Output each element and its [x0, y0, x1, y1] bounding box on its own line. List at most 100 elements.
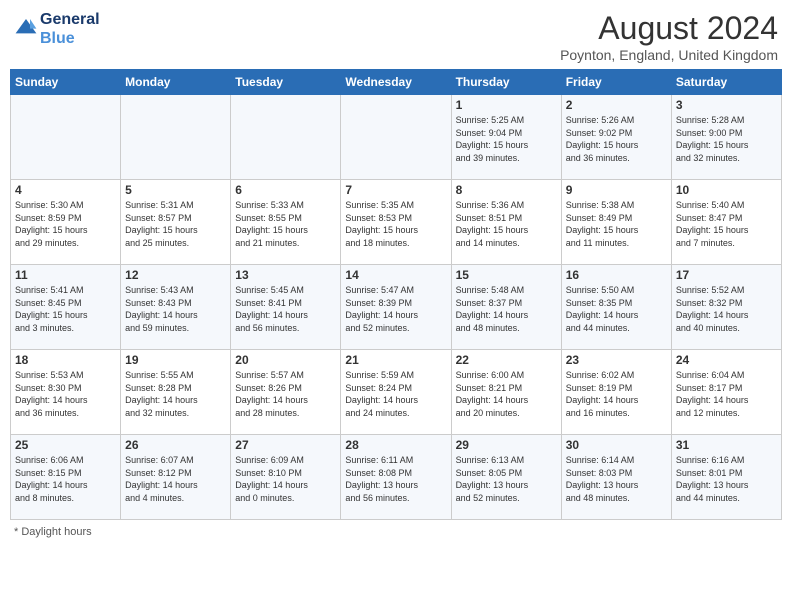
logo-text: GeneralBlue [40, 10, 100, 48]
day-info: Sunrise: 5:28 AM Sunset: 9:00 PM Dayligh… [676, 114, 777, 164]
day-info: Sunrise: 6:14 AM Sunset: 8:03 PM Dayligh… [566, 454, 667, 504]
calendar-week-row: 1 Sunrise: 5:25 AM Sunset: 9:04 PM Daylig… [11, 95, 782, 180]
calendar-cell: 15 Sunrise: 5:48 AM Sunset: 8:37 PM Dayli… [451, 265, 561, 350]
day-info: Sunrise: 5:59 AM Sunset: 8:24 PM Dayligh… [345, 369, 446, 419]
day-number: 31 [676, 438, 777, 452]
calendar-cell: 31Sunrise: 6:16 AM Sunset: 8:01 PM Dayli… [671, 435, 781, 520]
day-info: Sunrise: 5:57 AM Sunset: 8:26 PM Dayligh… [235, 369, 336, 419]
day-number: 2 [566, 98, 667, 112]
day-number: 30 [566, 438, 667, 452]
day-of-week-header: Monday [121, 70, 231, 95]
calendar-cell: 24 Sunrise: 6:04 AM Sunset: 8:17 PM Dayli… [671, 350, 781, 435]
day-info: Sunrise: 5:48 AM Sunset: 8:37 PM Dayligh… [456, 284, 557, 334]
day-number: 1 [456, 98, 557, 112]
day-info: Sunrise: 5:26 AM Sunset: 9:02 PM Dayligh… [566, 114, 667, 164]
logo-icon [14, 17, 38, 37]
calendar-cell: 29 Sunrise: 6:13 AM Sunset: 8:05 PM Dayli… [451, 435, 561, 520]
day-number: 4 [15, 183, 116, 197]
calendar-cell: 12Sunrise: 5:43 AM Sunset: 8:43 PM Dayli… [121, 265, 231, 350]
day-info: Sunrise: 5:52 AM Sunset: 8:32 PM Dayligh… [676, 284, 777, 334]
day-number: 11 [15, 268, 116, 282]
logo: GeneralBlue [14, 10, 100, 48]
day-info: Sunrise: 6:00 AM Sunset: 8:21 PM Dayligh… [456, 369, 557, 419]
day-number: 28 [345, 438, 446, 452]
calendar-body: 1 Sunrise: 5:25 AM Sunset: 9:04 PM Daylig… [11, 95, 782, 520]
day-number: 20 [235, 353, 336, 367]
location: Poynton, England, United Kingdom [560, 47, 778, 63]
calendar-cell: 23 Sunrise: 6:02 AM Sunset: 8:19 PM Dayli… [561, 350, 671, 435]
calendar-cell: 2 Sunrise: 5:26 AM Sunset: 9:02 PM Daylig… [561, 95, 671, 180]
day-number: 12 [125, 268, 226, 282]
day-info: Sunrise: 6:13 AM Sunset: 8:05 PM Dayligh… [456, 454, 557, 504]
calendar-week-row: 18Sunrise: 5:53 AM Sunset: 8:30 PM Dayli… [11, 350, 782, 435]
calendar-cell: 10 Sunrise: 5:40 AM Sunset: 8:47 PM Dayli… [671, 180, 781, 265]
day-info: Sunrise: 5:53 AM Sunset: 8:30 PM Dayligh… [15, 369, 116, 419]
day-number: 3 [676, 98, 777, 112]
calendar-cell: 20 Sunrise: 5:57 AM Sunset: 8:26 PM Dayli… [231, 350, 341, 435]
day-number: 15 [456, 268, 557, 282]
day-of-week-header: Wednesday [341, 70, 451, 95]
day-number: 29 [456, 438, 557, 452]
calendar-cell: 21 Sunrise: 5:59 AM Sunset: 8:24 PM Dayli… [341, 350, 451, 435]
day-info: Sunrise: 6:09 AM Sunset: 8:10 PM Dayligh… [235, 454, 336, 504]
day-info: Sunrise: 5:31 AM Sunset: 8:57 PM Dayligh… [125, 199, 226, 249]
day-number: 10 [676, 183, 777, 197]
calendar-cell: 1 Sunrise: 5:25 AM Sunset: 9:04 PM Daylig… [451, 95, 561, 180]
footer-note: * Daylight hours [10, 526, 782, 538]
calendar-cell: 26Sunrise: 6:07 AM Sunset: 8:12 PM Dayli… [121, 435, 231, 520]
day-number: 17 [676, 268, 777, 282]
day-of-week-header: Tuesday [231, 70, 341, 95]
day-number: 14 [345, 268, 446, 282]
calendar-cell: 13Sunrise: 5:45 AM Sunset: 8:41 PM Dayli… [231, 265, 341, 350]
calendar-cell: 27 Sunrise: 6:09 AM Sunset: 8:10 PM Dayli… [231, 435, 341, 520]
calendar-cell: 14 Sunrise: 5:47 AM Sunset: 8:39 PM Dayli… [341, 265, 451, 350]
footer-text: Daylight hours [21, 526, 91, 538]
calendar-cell [231, 95, 341, 180]
day-info: Sunrise: 6:07 AM Sunset: 8:12 PM Dayligh… [125, 454, 226, 504]
calendar-cell: 3 Sunrise: 5:28 AM Sunset: 9:00 PM Daylig… [671, 95, 781, 180]
day-info: Sunrise: 5:25 AM Sunset: 9:04 PM Dayligh… [456, 114, 557, 164]
calendar-table: SundayMondayTuesdayWednesdayThursdayFrid… [10, 69, 782, 520]
day-number: 9 [566, 183, 667, 197]
day-number: 27 [235, 438, 336, 452]
calendar-cell: 30 Sunrise: 6:14 AM Sunset: 8:03 PM Dayli… [561, 435, 671, 520]
day-info: Sunrise: 5:30 AM Sunset: 8:59 PM Dayligh… [15, 199, 116, 249]
calendar-cell: 6 Sunrise: 5:33 AM Sunset: 8:55 PM Daylig… [231, 180, 341, 265]
day-info: Sunrise: 5:40 AM Sunset: 8:47 PM Dayligh… [676, 199, 777, 249]
day-number: 24 [676, 353, 777, 367]
day-info: Sunrise: 5:45 AM Sunset: 8:41 PM Dayligh… [235, 284, 336, 334]
day-info: Sunrise: 5:38 AM Sunset: 8:49 PM Dayligh… [566, 199, 667, 249]
calendar-cell [341, 95, 451, 180]
day-number: 5 [125, 183, 226, 197]
day-number: 6 [235, 183, 336, 197]
day-number: 23 [566, 353, 667, 367]
calendar-cell [11, 95, 121, 180]
day-info: Sunrise: 6:02 AM Sunset: 8:19 PM Dayligh… [566, 369, 667, 419]
day-info: Sunrise: 5:36 AM Sunset: 8:51 PM Dayligh… [456, 199, 557, 249]
calendar-cell: 17 Sunrise: 5:52 AM Sunset: 8:32 PM Dayli… [671, 265, 781, 350]
day-number: 22 [456, 353, 557, 367]
page-header: GeneralBlue August 2024 Poynton, England… [10, 10, 782, 63]
calendar-cell: 8 Sunrise: 5:36 AM Sunset: 8:51 PM Daylig… [451, 180, 561, 265]
day-number: 19 [125, 353, 226, 367]
calendar-cell: 11Sunrise: 5:41 AM Sunset: 8:45 PM Dayli… [11, 265, 121, 350]
calendar-cell: 22 Sunrise: 6:00 AM Sunset: 8:21 PM Dayli… [451, 350, 561, 435]
day-number: 8 [456, 183, 557, 197]
calendar-week-row: 25Sunrise: 6:06 AM Sunset: 8:15 PM Dayli… [11, 435, 782, 520]
day-info: Sunrise: 5:47 AM Sunset: 8:39 PM Dayligh… [345, 284, 446, 334]
calendar-week-row: 11Sunrise: 5:41 AM Sunset: 8:45 PM Dayli… [11, 265, 782, 350]
day-number: 21 [345, 353, 446, 367]
day-info: Sunrise: 5:33 AM Sunset: 8:55 PM Dayligh… [235, 199, 336, 249]
day-info: Sunrise: 6:04 AM Sunset: 8:17 PM Dayligh… [676, 369, 777, 419]
calendar-cell: 16Sunrise: 5:50 AM Sunset: 8:35 PM Dayli… [561, 265, 671, 350]
calendar-cell: 19 Sunrise: 5:55 AM Sunset: 8:28 PM Dayli… [121, 350, 231, 435]
day-of-week-header: Thursday [451, 70, 561, 95]
calendar-cell: 18Sunrise: 5:53 AM Sunset: 8:30 PM Dayli… [11, 350, 121, 435]
days-of-week-row: SundayMondayTuesdayWednesdayThursdayFrid… [11, 70, 782, 95]
calendar-cell [121, 95, 231, 180]
day-info: Sunrise: 5:55 AM Sunset: 8:28 PM Dayligh… [125, 369, 226, 419]
day-number: 16 [566, 268, 667, 282]
day-of-week-header: Sunday [11, 70, 121, 95]
day-number: 25 [15, 438, 116, 452]
day-info: Sunrise: 5:35 AM Sunset: 8:53 PM Dayligh… [345, 199, 446, 249]
